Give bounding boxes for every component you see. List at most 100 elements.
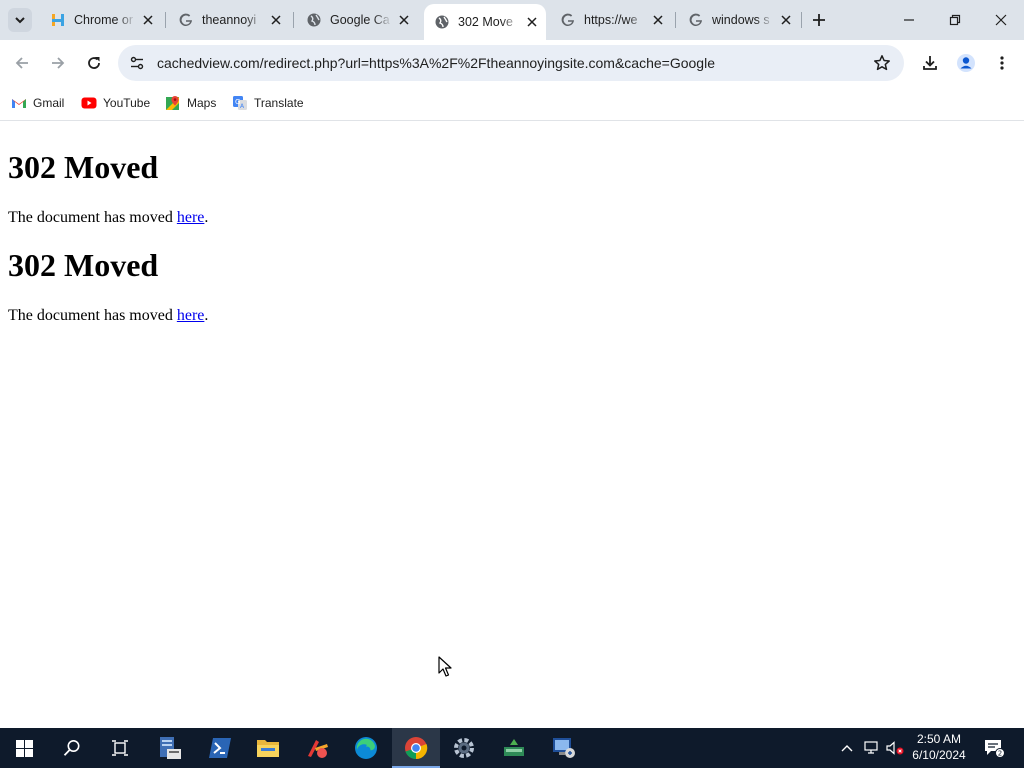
forward-button[interactable] xyxy=(42,47,74,79)
remote-desktop-app[interactable] xyxy=(540,728,588,768)
back-button[interactable] xyxy=(6,47,38,79)
minimize-icon xyxy=(904,19,914,21)
clock-date: 6/10/2024 xyxy=(912,748,966,762)
tab-title: theannoyi xyxy=(202,13,257,27)
chevron-down-icon xyxy=(15,17,25,24)
restore-button[interactable] xyxy=(932,0,978,40)
notification-icon: 2 xyxy=(985,740,1005,758)
hp-h-icon xyxy=(50,12,66,28)
paragraph-end: . xyxy=(204,307,209,324)
close-window-button[interactable] xyxy=(978,0,1024,40)
globe-icon xyxy=(434,14,450,30)
forward-arrow-icon xyxy=(52,57,65,69)
bookmark-label: Maps xyxy=(187,96,217,110)
tab-2[interactable]: theannoyi xyxy=(168,6,290,34)
bookmark-label: Translate xyxy=(254,96,304,110)
bookmark-gmail[interactable]: Gmail xyxy=(11,91,64,115)
task-view-icon xyxy=(112,740,128,756)
youtube-icon xyxy=(81,95,97,111)
remote-desktop-icon xyxy=(553,738,575,758)
notification-count: 2 xyxy=(998,750,1002,758)
tab-title: Chrome or xyxy=(74,13,134,27)
close-tab-icon[interactable] xyxy=(650,12,666,28)
server-manager-app[interactable] xyxy=(146,728,194,768)
page-paragraph: The document has moved here. xyxy=(8,209,208,227)
close-tab-icon[interactable] xyxy=(778,12,794,28)
settings-app[interactable] xyxy=(440,728,488,768)
tab-search-button[interactable] xyxy=(8,8,32,32)
new-tab-button[interactable] xyxy=(808,8,830,32)
here-link[interactable]: here xyxy=(177,307,205,324)
file-explorer-icon xyxy=(257,740,279,757)
tab-3[interactable]: Google Ca xyxy=(296,6,418,34)
downloads-button[interactable] xyxy=(914,47,946,79)
task-view-button[interactable] xyxy=(96,728,144,768)
network-app-icon xyxy=(504,739,524,756)
tab-title: 302 Move xyxy=(458,15,513,29)
notification-center-button[interactable]: 2 xyxy=(980,728,1008,768)
close-tab-icon[interactable] xyxy=(396,12,412,28)
start-button[interactable] xyxy=(0,728,48,768)
reload-icon xyxy=(88,57,100,69)
powershell-app[interactable] xyxy=(196,728,244,768)
google-g-icon xyxy=(560,12,576,28)
bookmark-youtube[interactable]: YouTube xyxy=(81,91,150,115)
edge-app[interactable] xyxy=(342,728,390,768)
bookmark-maps[interactable]: Maps xyxy=(165,91,216,115)
tab-title: windows s xyxy=(712,13,770,27)
bookmark-label: Gmail xyxy=(33,96,65,110)
tab-6[interactable]: windows s xyxy=(678,6,800,34)
tab-separator xyxy=(801,12,802,28)
paragraph-text: The document has moved xyxy=(8,307,173,324)
file-explorer-app[interactable] xyxy=(244,728,292,768)
page-heading: 302 Moved xyxy=(8,149,159,185)
menu-button[interactable] xyxy=(986,47,1018,79)
network-app[interactable] xyxy=(490,728,538,768)
page-content: 302 Moved The document has moved here. 3… xyxy=(0,121,1024,728)
chrome-app[interactable] xyxy=(392,728,440,768)
tab-separator xyxy=(675,12,676,28)
close-tab-icon[interactable] xyxy=(268,12,284,28)
maps-icon xyxy=(165,95,181,111)
settings-icon xyxy=(454,738,474,758)
show-hidden-icons-button[interactable] xyxy=(836,728,858,768)
back-arrow-icon xyxy=(15,57,28,69)
chrome-icon xyxy=(405,737,428,760)
bookmark-label: YouTube xyxy=(103,96,151,110)
tab-5[interactable]: https://we xyxy=(550,6,672,34)
tab-title: Google Ca xyxy=(330,13,390,27)
close-tab-icon[interactable] xyxy=(140,12,156,28)
clock-time: 2:50 AM xyxy=(916,732,962,746)
profile-button[interactable] xyxy=(950,47,982,79)
close-tab-icon[interactable] xyxy=(524,14,540,30)
download-icon xyxy=(923,56,937,70)
gmail-icon xyxy=(11,95,27,111)
close-icon xyxy=(995,14,1007,26)
taskbar-search-button[interactable] xyxy=(48,728,96,768)
reload-button[interactable] xyxy=(78,47,110,79)
ccleaner-app[interactable] xyxy=(294,728,342,768)
address-bar[interactable]: cachedview.com/redirect.php?url=https%3A… xyxy=(118,45,904,81)
taskbar-clock[interactable]: 2:50 AM 6/10/2024 xyxy=(902,731,976,763)
tab-1[interactable]: Chrome or xyxy=(40,6,162,34)
search-icon xyxy=(63,740,80,756)
page-paragraph: The document has moved here. xyxy=(8,307,208,325)
tab-separator xyxy=(293,12,294,28)
bookmark-translate[interactable]: GA Translate xyxy=(232,91,304,115)
ccleaner-icon xyxy=(308,740,328,758)
google-g-icon xyxy=(178,12,194,28)
network-tray-button[interactable] xyxy=(860,728,882,768)
tab-separator xyxy=(165,12,166,28)
more-vert-icon xyxy=(1000,56,1004,70)
server-manager-icon xyxy=(160,737,181,759)
plus-icon xyxy=(813,14,825,26)
mouse-cursor-icon xyxy=(438,656,452,683)
network-icon xyxy=(864,741,878,754)
tab-4-active[interactable]: 302 Move xyxy=(424,4,546,40)
minimize-button[interactable] xyxy=(886,0,932,40)
site-info-icon[interactable] xyxy=(126,52,148,74)
translate-icon: GA xyxy=(232,95,248,111)
here-link[interactable]: here xyxy=(177,209,205,226)
url-text[interactable]: cachedview.com/redirect.php?url=https%3A… xyxy=(157,55,715,71)
bookmark-star-icon[interactable] xyxy=(872,53,892,73)
